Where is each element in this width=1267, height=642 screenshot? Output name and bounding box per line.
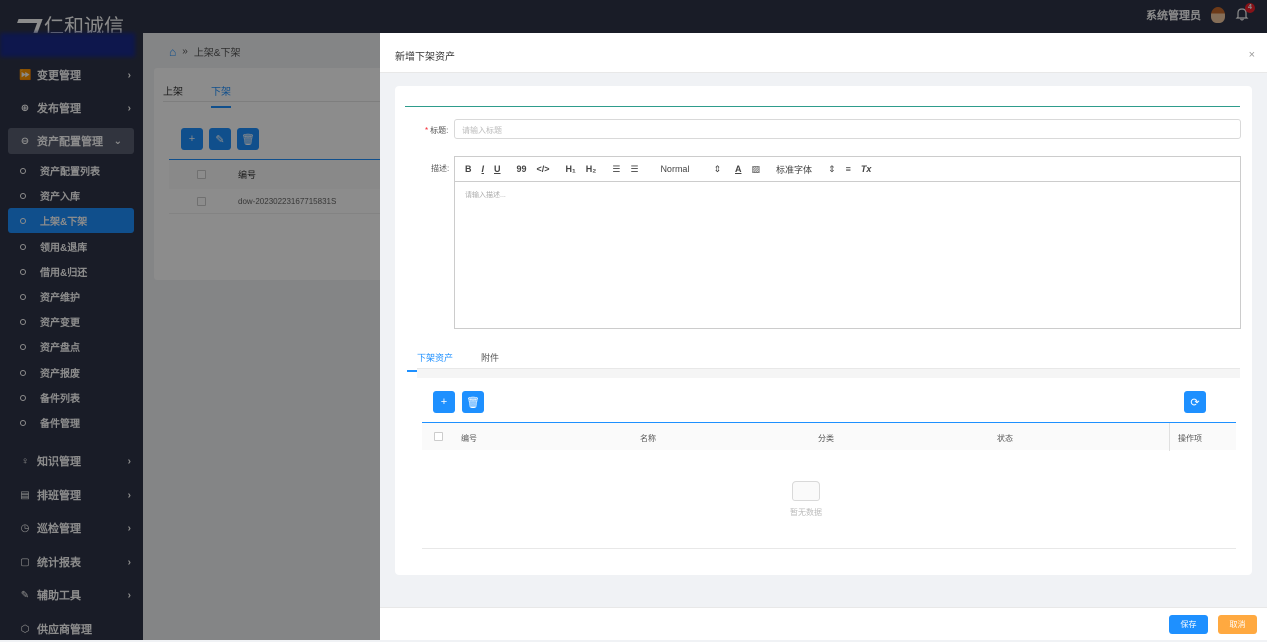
cancel-button[interactable]: 取消 <box>1218 615 1257 634</box>
code-button[interactable]: </> <box>537 164 550 174</box>
empty-box-icon <box>792 481 820 501</box>
drawer-title: 新增下架资产 <box>395 52 455 63</box>
size-select[interactable]: Normal <box>660 164 689 174</box>
chevron-updown-icon: ⇕ <box>828 163 836 174</box>
close-icon[interactable]: × <box>1249 49 1255 61</box>
form-card: * 标题: 请输入标题 描述: B I U 99 </> H₁ H₂ ☰ ☰ No… <box>395 86 1252 575</box>
empty-text: 暂无数据 <box>790 508 822 517</box>
font-select[interactable]: 标准字体 <box>776 163 812 176</box>
chevron-updown-icon: ⇕ <box>713 163 721 174</box>
col-number: 编号 <box>461 434 477 443</box>
desc-label: 描述: <box>431 164 450 173</box>
h1-button[interactable]: H₁ <box>566 164 576 174</box>
title-input[interactable]: 请输入标题 <box>454 119 1241 139</box>
background-color-icon[interactable]: ▨ <box>752 164 761 175</box>
drawer-footer: 保存 取消 <box>380 607 1267 640</box>
col-name: 名称 <box>640 434 656 443</box>
font-color-icon[interactable]: A <box>735 164 742 174</box>
add-unshelve-drawer: 新增下架资产 × * 标题: 请输入标题 描述: B I U 99 </> H₁ … <box>380 33 1267 640</box>
delete-button[interactable]: 🗑 <box>462 391 484 413</box>
ordered-list-button[interactable]: ☰ <box>612 164 620 175</box>
italic-button[interactable]: I <box>482 164 485 174</box>
empty-state: 暂无数据 <box>790 481 822 518</box>
bullet-list-button[interactable]: ☰ <box>630 164 638 175</box>
col-ops: 操作项 <box>1169 423 1236 451</box>
select-all-checkbox[interactable] <box>434 432 443 441</box>
col-category: 分类 <box>818 434 834 443</box>
quote-button[interactable]: 99 <box>517 164 527 174</box>
editor-body[interactable]: 请输入描述... <box>455 182 1240 208</box>
add-button[interactable]: + <box>433 391 455 413</box>
asset-table-header: 编号 名称 分类 状态 操作项 <box>422 422 1236 451</box>
underline-button[interactable]: U <box>494 164 501 174</box>
save-button[interactable]: 保存 <box>1169 615 1208 634</box>
bold-button[interactable]: B <box>465 164 472 174</box>
col-status: 状态 <box>997 434 1013 443</box>
rich-text-editor[interactable]: B I U 99 </> H₁ H₂ ☰ ☰ Normal ⇕ A ▨ 标准字体… <box>454 156 1241 329</box>
h2-button[interactable]: H₂ <box>586 164 597 174</box>
refresh-button[interactable]: ⟳ <box>1184 391 1206 413</box>
align-button[interactable]: ≡ <box>846 164 851 174</box>
drawer-header: 新增下架资产 × <box>380 33 1267 73</box>
editor-toolbar: B I U 99 </> H₁ H₂ ☰ ☰ Normal ⇕ A ▨ 标准字体… <box>455 157 1240 182</box>
title-label: * 标题: <box>425 126 449 135</box>
clear-format-button[interactable]: Tx <box>861 164 872 174</box>
